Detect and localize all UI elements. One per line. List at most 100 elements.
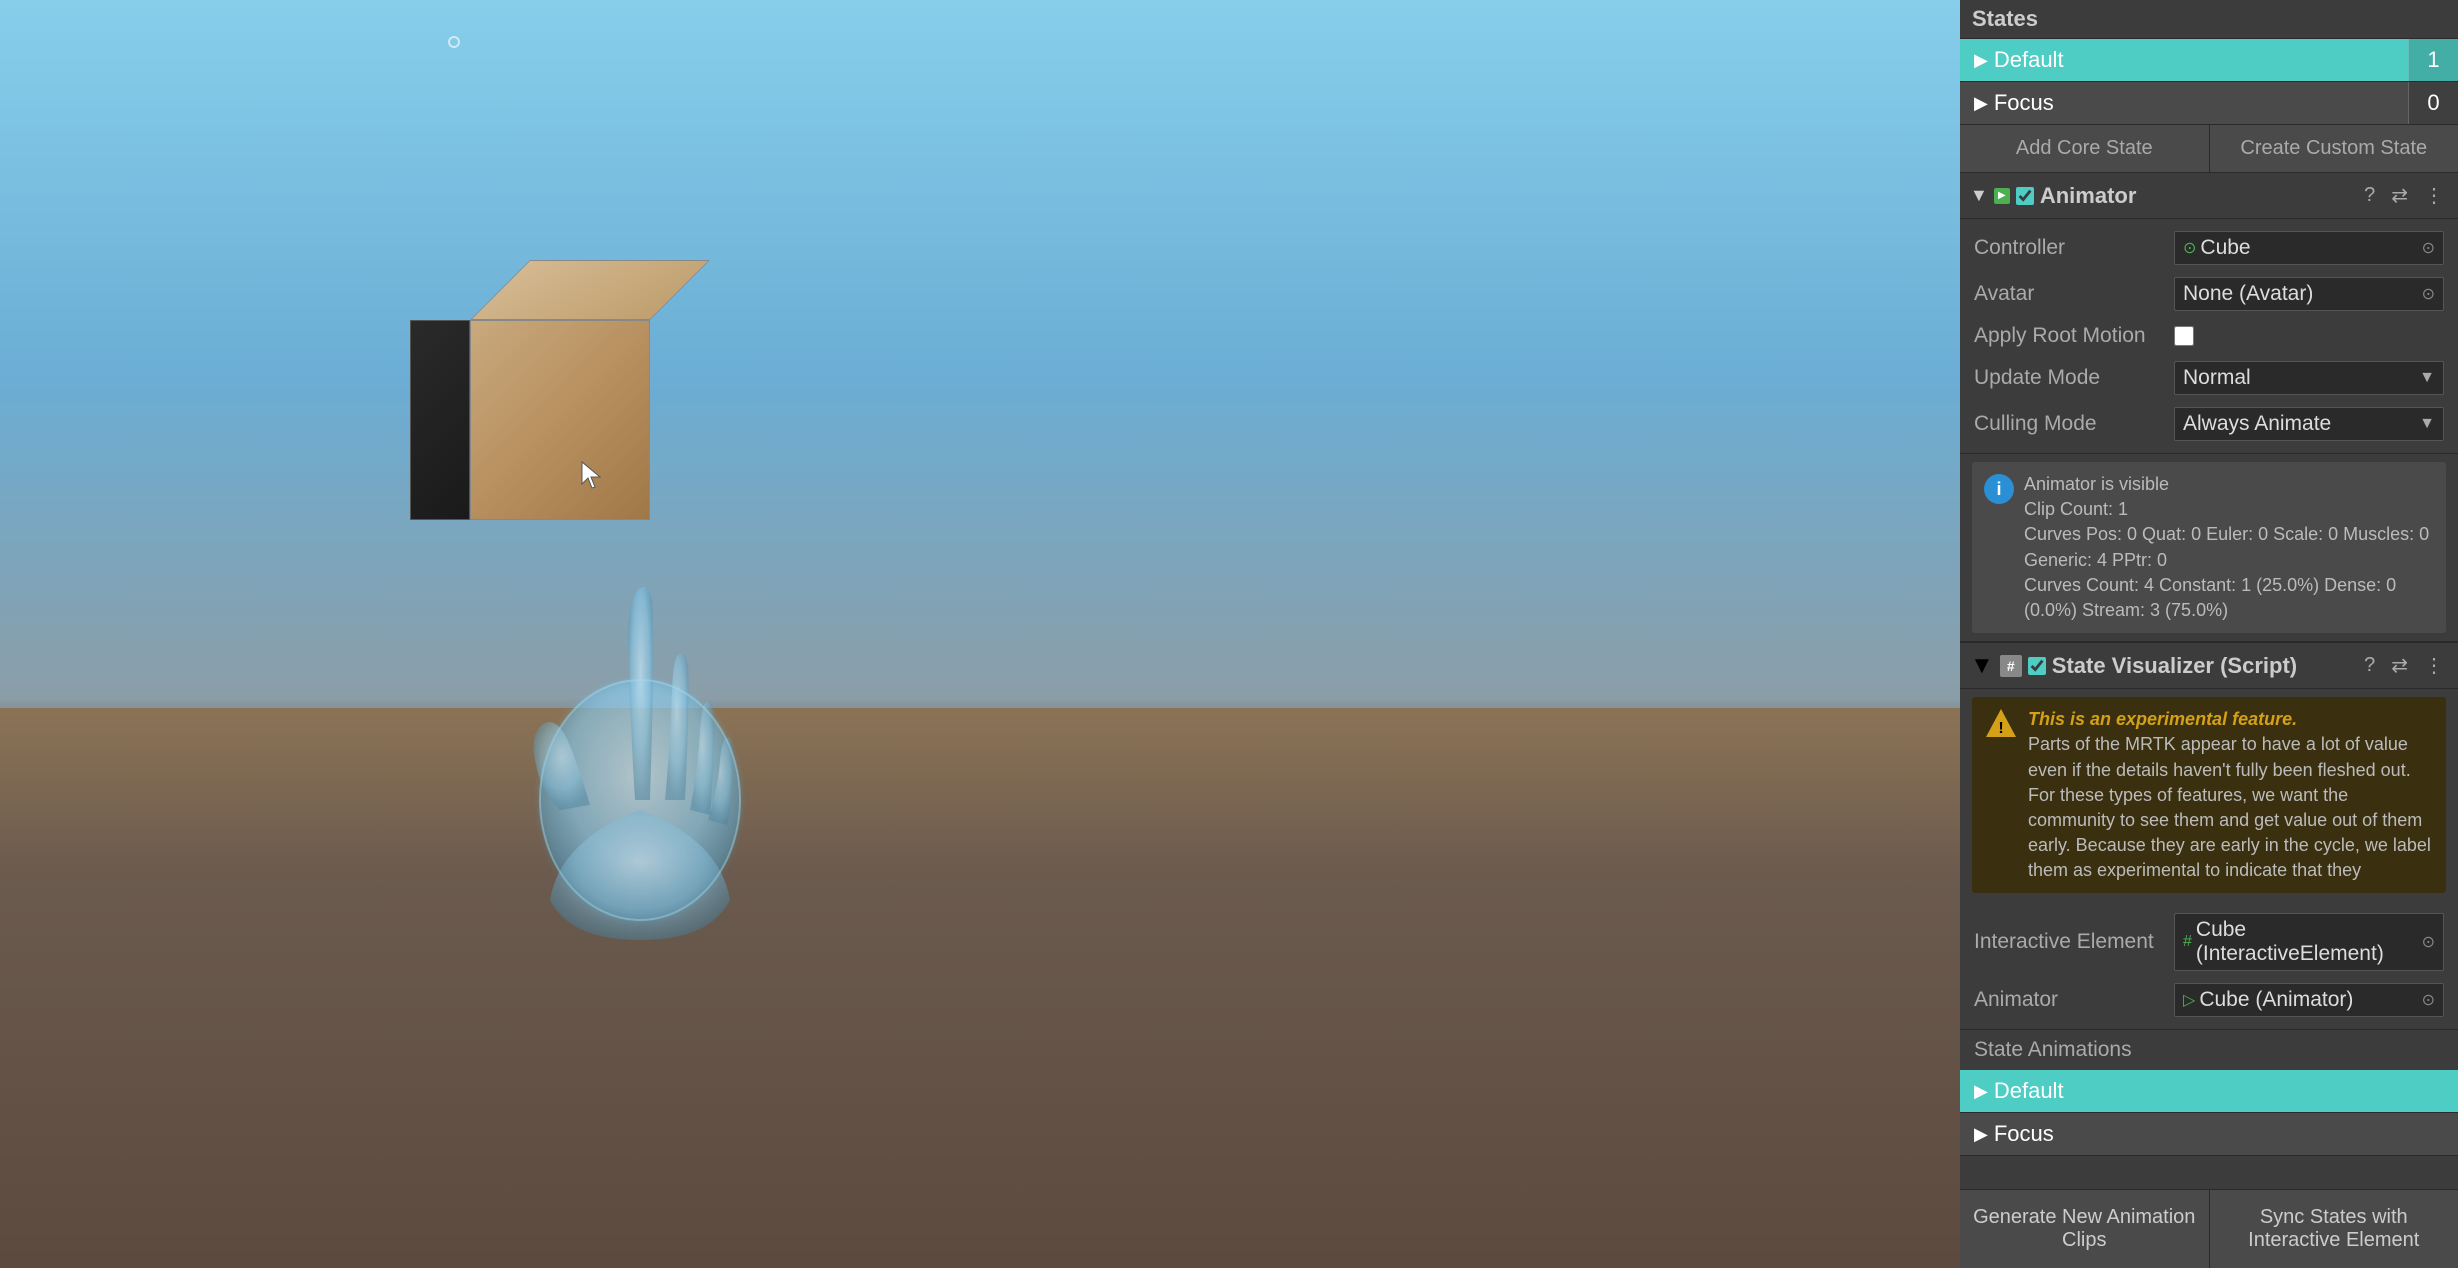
update-mode-label: Update Mode bbox=[1974, 366, 2174, 390]
interactive-element-field[interactable]: # Cube (InteractiveElement) ⊙ bbox=[2174, 913, 2444, 971]
sv-focus-state-text: Focus bbox=[1994, 1121, 2054, 1147]
sv-default-state-label[interactable]: ▶ Default bbox=[1960, 1070, 2458, 1112]
add-core-state-button[interactable]: Add Core State bbox=[1960, 125, 2210, 172]
culling-mode-label: Culling Mode bbox=[1974, 412, 2174, 436]
bottom-action-buttons: Generate New Animation Clips Sync States… bbox=[1960, 1189, 2458, 1268]
warning-triangle-container: ! bbox=[1984, 707, 2018, 741]
default-state-text: Default bbox=[1994, 47, 2064, 73]
controller-value-container: ⊙ Cube ⊙ bbox=[2174, 231, 2444, 265]
controller-select-icon[interactable]: ⊙ bbox=[2422, 238, 2435, 258]
3d-viewport bbox=[0, 0, 1960, 1268]
sv-focus-state-arrow: ▶ bbox=[1974, 1124, 1988, 1145]
default-state-label[interactable]: ▶ Default bbox=[1960, 39, 2408, 81]
state-visualizer-enabled-checkbox[interactable] bbox=[2028, 657, 2046, 675]
animator-help-icon[interactable]: ? bbox=[2360, 182, 2379, 209]
update-mode-value-text: Normal bbox=[2183, 366, 2251, 390]
culling-mode-dropdown[interactable]: Always Animate ▼ bbox=[2174, 407, 2444, 441]
controller-field[interactable]: ⊙ Cube ⊙ bbox=[2174, 231, 2444, 265]
animator-toggle-arrow[interactable]: ▼ bbox=[1970, 185, 1988, 206]
apply-root-motion-prop-row: Apply Root Motion bbox=[1960, 317, 2458, 355]
hand-model bbox=[480, 520, 800, 940]
culling-mode-value-text: Always Animate bbox=[2183, 412, 2331, 436]
animator-info-content: Animator is visible Clip Count: 1 Curves… bbox=[2024, 474, 2429, 620]
ground-plane bbox=[0, 708, 1960, 1268]
mouse-cursor-icon bbox=[580, 460, 604, 492]
sv-default-state-text: Default bbox=[1994, 1078, 2064, 1104]
state-action-buttons: Add Core State Create Custom State bbox=[1960, 125, 2458, 173]
cube-front-face bbox=[470, 320, 650, 520]
states-section-header: States bbox=[1960, 0, 2458, 39]
focus-state-row[interactable]: ▶ Focus 0 bbox=[1960, 82, 2458, 125]
create-custom-state-button[interactable]: Create Custom State bbox=[2210, 125, 2458, 172]
state-visualizer-more-icon[interactable]: ⋮ bbox=[2420, 651, 2448, 680]
warning-triangle-icon: ! bbox=[1984, 707, 2018, 741]
state-visualizer-toggle-arrow[interactable]: ▼ bbox=[1970, 652, 1994, 680]
culling-mode-value-container: Always Animate ▼ bbox=[2174, 407, 2444, 441]
info-icon: i bbox=[1984, 474, 2014, 504]
state-visualizer-help-icon[interactable]: ? bbox=[2360, 652, 2379, 679]
sv-animator-label: Animator bbox=[1974, 988, 2174, 1012]
cursor-dot bbox=[448, 36, 460, 48]
animator-properties: Controller ⊙ Cube ⊙ Avatar None (Avatar)… bbox=[1960, 219, 2458, 454]
cube-side-face bbox=[410, 320, 470, 520]
sync-states-button[interactable]: Sync States with Interactive Element bbox=[2210, 1190, 2458, 1268]
focus-state-arrow: ▶ bbox=[1974, 93, 1988, 114]
focus-state-label[interactable]: ▶ Focus bbox=[1960, 82, 2408, 124]
apply-root-motion-checkbox[interactable] bbox=[2174, 326, 2194, 346]
controller-label: Controller bbox=[1974, 236, 2174, 260]
culling-mode-prop-row: Culling Mode Always Animate ▼ bbox=[1960, 401, 2458, 447]
state-visualizer-properties: Interactive Element # Cube (InteractiveE… bbox=[1960, 901, 2458, 1030]
sv-animator-value-text: Cube (Animator) bbox=[2199, 988, 2353, 1012]
sv-focus-state-row[interactable]: ▶ Focus bbox=[1960, 1113, 2458, 1156]
avatar-value-text: None (Avatar) bbox=[2183, 282, 2313, 306]
interactive-element-value-container: # Cube (InteractiveElement) ⊙ bbox=[2174, 913, 2444, 971]
animator-info-box: i Animator is visible Clip Count: 1 Curv… bbox=[1972, 462, 2446, 633]
default-state-count: 1 bbox=[2408, 39, 2458, 81]
experimental-warning-box: ! This is an experimental feature. Parts… bbox=[1972, 697, 2446, 893]
animator-enabled-checkbox[interactable] bbox=[2016, 187, 2034, 205]
interactive-element-prop-row: Interactive Element # Cube (InteractiveE… bbox=[1960, 907, 2458, 977]
controller-value-text: Cube bbox=[2200, 236, 2250, 260]
avatar-value-container: None (Avatar) ⊙ bbox=[2174, 277, 2444, 311]
apply-root-motion-label: Apply Root Motion bbox=[1974, 324, 2174, 348]
interactive-element-label: Interactive Element bbox=[1974, 930, 2174, 954]
sv-animator-select-icon[interactable]: ⊙ bbox=[2422, 990, 2435, 1010]
sv-animator-field[interactable]: ▷ Cube (Animator) ⊙ bbox=[2174, 983, 2444, 1017]
interactive-element-object-icon: # bbox=[2183, 933, 2192, 951]
sv-animator-value-container: ▷ Cube (Animator) ⊙ bbox=[2174, 983, 2444, 1017]
state-visualizer-hash-icon: # bbox=[2000, 655, 2022, 677]
culling-mode-dropdown-arrow: ▼ bbox=[2419, 415, 2435, 433]
controller-object-icon: ⊙ bbox=[2183, 238, 2196, 258]
avatar-field[interactable]: None (Avatar) ⊙ bbox=[2174, 277, 2444, 311]
generate-animation-clips-button[interactable]: Generate New Animation Clips bbox=[1960, 1190, 2210, 1268]
focus-state-text: Focus bbox=[1994, 90, 2054, 116]
sv-default-state-arrow: ▶ bbox=[1974, 1081, 1988, 1102]
interactive-element-select-icon[interactable]: ⊙ bbox=[2422, 932, 2435, 952]
experimental-body: Parts of the MRTK appear to have a lot o… bbox=[2028, 732, 2434, 883]
controller-prop-row: Controller ⊙ Cube ⊙ bbox=[1960, 225, 2458, 271]
apply-root-motion-value bbox=[2174, 326, 2444, 346]
sv-default-state-row[interactable]: ▶ Default bbox=[1960, 1070, 2458, 1113]
sv-focus-state-label[interactable]: ▶ Focus bbox=[1960, 1113, 2458, 1155]
cube-top-face bbox=[470, 260, 710, 320]
avatar-select-icon[interactable]: ⊙ bbox=[2422, 284, 2435, 304]
update-mode-prop-row: Update Mode Normal ▼ bbox=[1960, 355, 2458, 401]
update-mode-dropdown-arrow: ▼ bbox=[2419, 369, 2435, 387]
animator-component-header: ▼ ▶ Animator ? ⇄ ⋮ bbox=[1960, 173, 2458, 219]
animator-play-icon: ▶ bbox=[1994, 188, 2010, 204]
avatar-label: Avatar bbox=[1974, 282, 2174, 306]
state-visualizer-layout-icon[interactable]: ⇄ bbox=[2387, 651, 2412, 680]
update-mode-dropdown[interactable]: Normal ▼ bbox=[2174, 361, 2444, 395]
default-state-row[interactable]: ▶ Default 1 bbox=[1960, 39, 2458, 82]
right-panel: States ▶ Default 1 ▶ Focus 0 Add Core St… bbox=[1960, 0, 2458, 1268]
animator-more-icon[interactable]: ⋮ bbox=[2420, 181, 2448, 210]
sv-animator-object-icon: ▷ bbox=[2183, 990, 2195, 1010]
experimental-title: This is an experimental feature. bbox=[2028, 707, 2434, 732]
interactive-element-value-text: Cube (InteractiveElement) bbox=[2196, 918, 2422, 966]
animator-info-text: Animator is visible Clip Count: 1 Curves… bbox=[2024, 472, 2434, 623]
animator-layout-icon[interactable]: ⇄ bbox=[2387, 181, 2412, 210]
sv-animator-prop-row: Animator ▷ Cube (Animator) ⊙ bbox=[1960, 977, 2458, 1023]
update-mode-value-container: Normal ▼ bbox=[2174, 361, 2444, 395]
experimental-warning-text: This is an experimental feature. Parts o… bbox=[2028, 707, 2434, 883]
animator-title: Animator bbox=[2040, 183, 2354, 209]
